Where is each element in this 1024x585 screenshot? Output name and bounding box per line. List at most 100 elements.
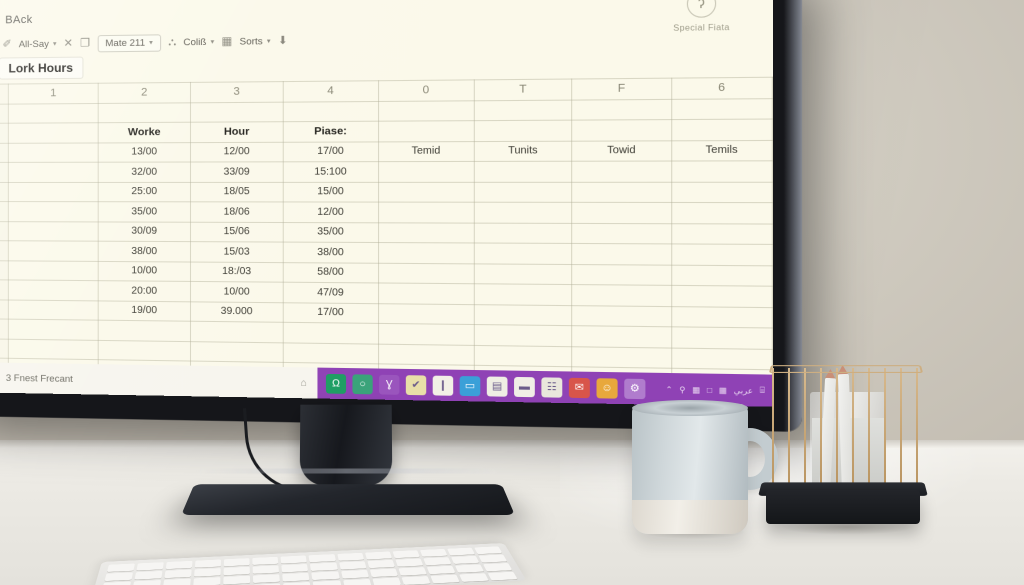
- systray-icon-5[interactable]: عربي: [734, 385, 753, 395]
- cell-r11-c5[interactable]: [474, 324, 572, 347]
- cell-r3-c4[interactable]: [378, 161, 475, 182]
- row-header-6[interactable]: 16: [0, 221, 9, 241]
- cell-r10-c4[interactable]: [378, 303, 475, 325]
- cell-r12-c7[interactable]: [671, 347, 773, 370]
- taskbar-app-icons[interactable]: Ω ○ Ɣ ✔ ❙ ▭ ▤ ▬ ☷ ✉ ☺ ⚙: [317, 368, 654, 405]
- cell-r5-c2[interactable]: 18/06: [190, 201, 284, 223]
- cell-r5-c4[interactable]: [378, 202, 475, 223]
- cell-r0-c5[interactable]: [474, 99, 572, 121]
- row-header-9[interactable]: 16: [0, 279, 9, 300]
- cell-r8-c7[interactable]: [671, 264, 773, 287]
- tab-lork-hours[interactable]: Lork Hours: [0, 56, 84, 80]
- cell-r7-c3[interactable]: 38/00: [283, 242, 379, 263]
- app-icon-green-circle[interactable]: ○: [352, 373, 373, 394]
- cell-r5-c5[interactable]: [474, 202, 572, 223]
- row-header-0[interactable]: 5: [0, 103, 9, 124]
- cell-r3-c2[interactable]: 33/09: [190, 161, 284, 182]
- systray-icon-4[interactable]: ▦: [719, 385, 727, 395]
- cell-r10-c7[interactable]: [671, 306, 773, 328]
- cell-r0-c6[interactable]: [571, 98, 672, 121]
- cell-r10-c0[interactable]: [8, 299, 99, 321]
- cell-r9-c3[interactable]: 47/09: [283, 282, 379, 304]
- avatar-block[interactable]: ʔ Special Fiata: [673, 0, 730, 33]
- cell-r6-c0[interactable]: [8, 221, 99, 242]
- cell-r12-c3[interactable]: [283, 342, 379, 364]
- cell-r0-c3[interactable]: [283, 100, 379, 122]
- cell-r5-c7[interactable]: [671, 202, 773, 224]
- cell-r5-c1[interactable]: 35/00: [98, 201, 191, 222]
- cell-r5-c6[interactable]: [571, 202, 672, 224]
- column-header-0[interactable]: 1: [8, 83, 99, 104]
- column-header-1[interactable]: 2: [98, 82, 191, 103]
- cell-r7-c1[interactable]: 38/00: [98, 241, 191, 262]
- person-icon[interactable]: ⛬: [168, 36, 176, 48]
- app-icon-sheet[interactable]: ☷: [541, 376, 563, 398]
- cell-r9-c7[interactable]: [671, 285, 773, 308]
- cell-r9-c0[interactable]: [8, 279, 99, 301]
- cell-r6-c3[interactable]: 35/00: [283, 222, 379, 243]
- column-header-4[interactable]: 0: [378, 79, 475, 101]
- cell-r4-c0[interactable]: [8, 181, 99, 202]
- cell-r2-c6[interactable]: Towid: [571, 140, 672, 162]
- app-icon-document[interactable]: ❙: [432, 375, 454, 396]
- cell-r10-c1[interactable]: 19/00: [98, 300, 191, 322]
- cell-r7-c2[interactable]: 15/03: [190, 241, 284, 263]
- search-input[interactable]: 3 Fnest Frecant: [6, 372, 73, 384]
- cell-r3-c3[interactable]: 15:100: [283, 161, 379, 182]
- app-icon-check-note[interactable]: ✔: [405, 374, 427, 395]
- cell-r6-c4[interactable]: [378, 222, 475, 243]
- cell-r3-c1[interactable]: 32/00: [98, 162, 191, 182]
- cell-r9-c5[interactable]: [474, 283, 572, 306]
- app-icon-settings[interactable]: ⚙: [624, 378, 646, 399]
- row-header-1[interactable]: 7: [0, 123, 9, 143]
- cell-r5-c0[interactable]: [8, 201, 99, 222]
- cell-r4-c3[interactable]: 15/00: [283, 181, 379, 203]
- column-header-5[interactable]: T: [474, 79, 572, 101]
- app-icon-avatar[interactable]: ☺: [596, 377, 618, 399]
- cell-r12-c1[interactable]: [98, 339, 191, 362]
- cell-r6-c6[interactable]: [571, 222, 672, 244]
- cell-r2-c1[interactable]: 13/00: [98, 142, 191, 163]
- cell-r3-c7[interactable]: [671, 160, 773, 182]
- systray-icon-3[interactable]: □: [707, 385, 712, 395]
- row-header-11[interactable]: 19: [0, 318, 9, 339]
- cell-r4-c1[interactable]: 25:00: [98, 181, 191, 202]
- cell-r5-c3[interactable]: 12/00: [283, 201, 379, 223]
- home-icon[interactable]: ⌂: [301, 377, 307, 388]
- app-icon-chat[interactable]: ▭: [459, 375, 481, 396]
- row-header-4[interactable]: 14: [0, 181, 9, 202]
- app-icon-save[interactable]: ▤: [486, 375, 508, 397]
- cell-r3-c5[interactable]: [474, 161, 572, 182]
- table-row[interactable]: 15 35/0018/0612/00: [0, 201, 773, 224]
- back-button[interactable]: BAck: [5, 14, 32, 26]
- cell-r0-c4[interactable]: [378, 100, 475, 122]
- table-row[interactable]: 8 13/0012/0017/00TemidTunitsTowidTemils: [0, 139, 773, 163]
- close-icon[interactable]: ✕: [64, 37, 73, 49]
- cell-r7-c0[interactable]: [8, 240, 99, 261]
- cell-r1-c2[interactable]: Hour: [190, 121, 284, 143]
- filter-dropdown[interactable]: All-Say ▾: [19, 38, 57, 49]
- column-header-3[interactable]: 4: [283, 80, 379, 102]
- cell-r9-c6[interactable]: [571, 284, 672, 307]
- systray-icon-1[interactable]: ⚲: [679, 384, 685, 394]
- cell-r2-c2[interactable]: 12/00: [190, 141, 284, 163]
- row-header-10[interactable]: 16: [0, 299, 9, 320]
- table-row[interactable]: 9 32/0033/0915:100: [0, 160, 773, 182]
- cell-r8-c1[interactable]: 10/00: [98, 260, 191, 282]
- row-header-12[interactable]: 22: [0, 338, 9, 359]
- cell-r1-c0[interactable]: [8, 122, 99, 143]
- sheet-table[interactable]: 12340TF6 57WorkeHourPiase:813/0012/0017/…: [0, 77, 773, 392]
- sheet-body[interactable]: 57WorkeHourPiase:813/0012/0017/00TemidTu…: [0, 98, 773, 391]
- cell-r1-c3[interactable]: Piase:: [283, 121, 379, 142]
- cell-r2-c3[interactable]: 17/00: [283, 141, 379, 162]
- cell-r11-c1[interactable]: [98, 320, 191, 342]
- cell-r8-c4[interactable]: [378, 262, 475, 284]
- sorts-dropdown[interactable]: Sorts ▾: [240, 35, 271, 48]
- cell-r7-c7[interactable]: [671, 243, 773, 266]
- cell-r7-c5[interactable]: [474, 242, 572, 264]
- columns-dropdown[interactable]: Coliß ▾: [183, 36, 214, 48]
- cell-r8-c0[interactable]: [8, 260, 99, 281]
- row-header-7[interactable]: 17: [0, 240, 9, 261]
- cell-r2-c4[interactable]: Temid: [378, 141, 475, 162]
- app-icon-green-headset[interactable]: Ω: [325, 373, 347, 394]
